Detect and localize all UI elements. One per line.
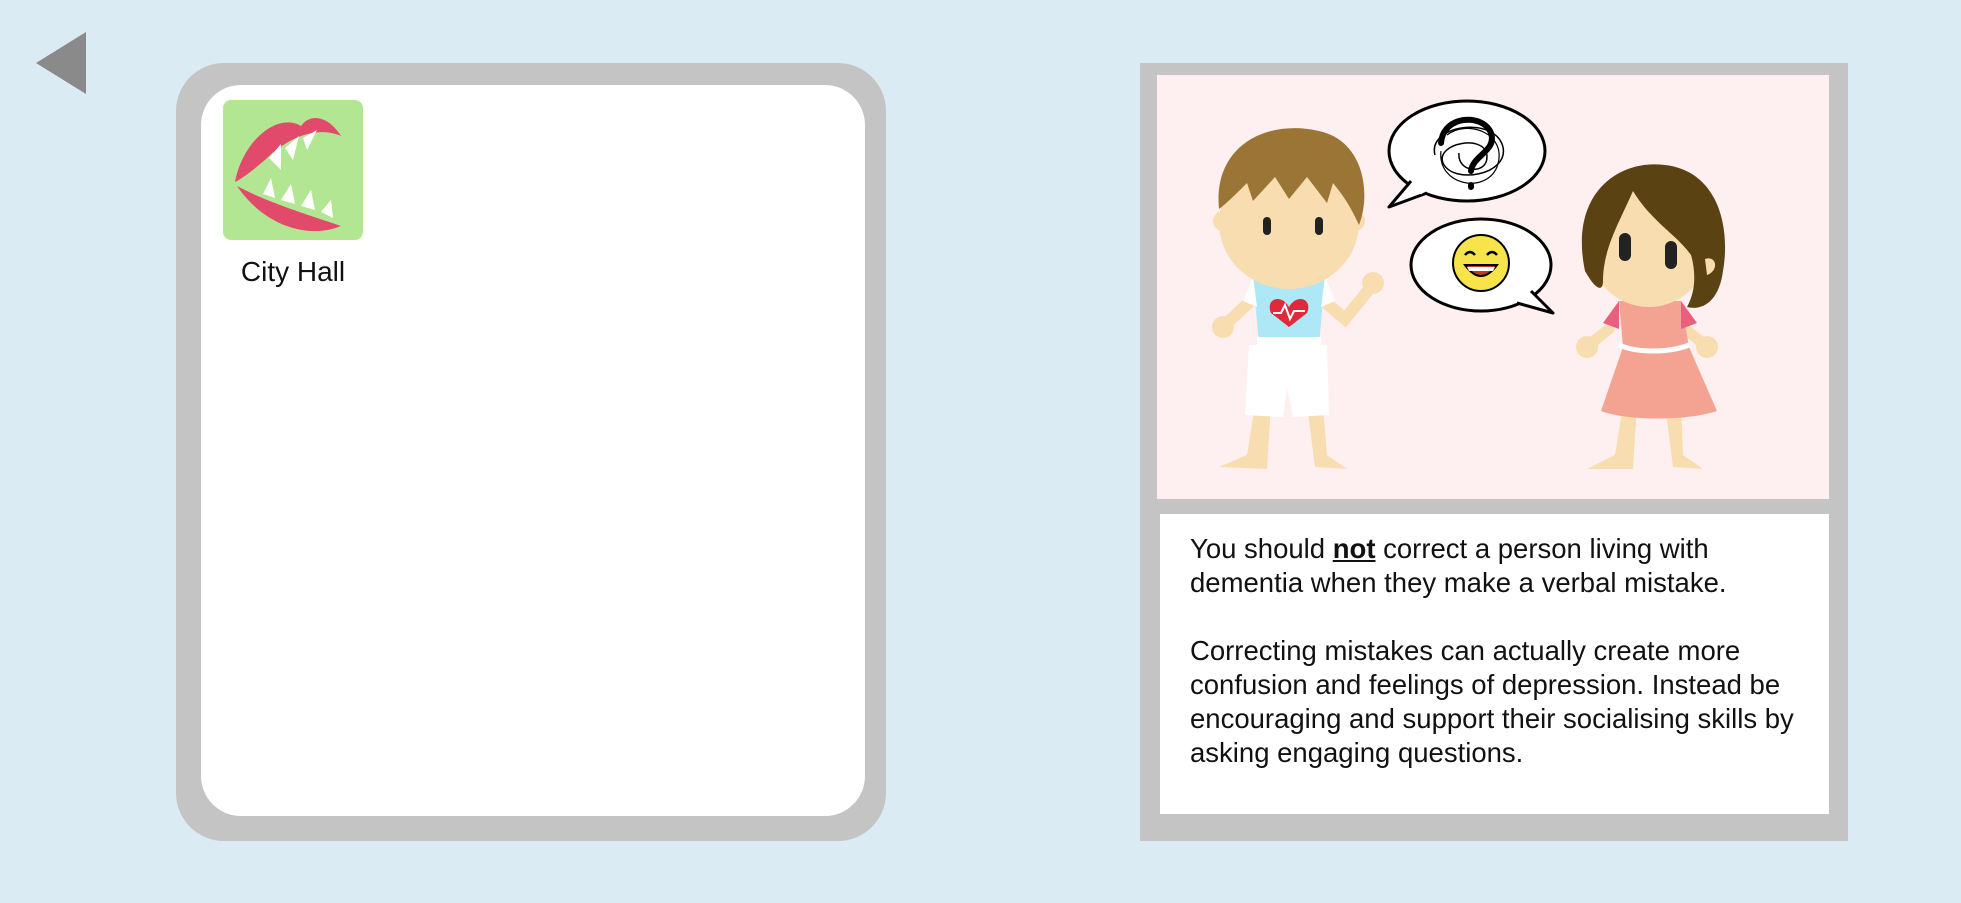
info-emphasis: not [1332,533,1376,564]
choices-panel-inner: City Hall [201,85,865,816]
mouth-with-teeth-icon [223,100,363,240]
info-panel: You should not correct a person living w… [1140,63,1848,841]
info-text-box: You should not correct a person living w… [1160,514,1829,814]
info-paragraph-2: Correcting mistakes can actually create … [1190,635,1794,768]
choices-panel: City Hall [176,63,886,841]
info-paragraph-1: You should not correct a person living w… [1190,532,1799,600]
back-button[interactable] [36,32,88,94]
triangle-left-icon [36,32,86,94]
happy-speech-bubble [1409,217,1555,315]
confused-speech-bubble [1387,99,1547,209]
info-text: You should [1190,533,1333,564]
illustration-boy-girl-talking [1157,75,1829,499]
choice-tile-label: City Hall [240,256,346,287]
choice-tile-city-hall[interactable]: City Hall [223,100,363,300]
